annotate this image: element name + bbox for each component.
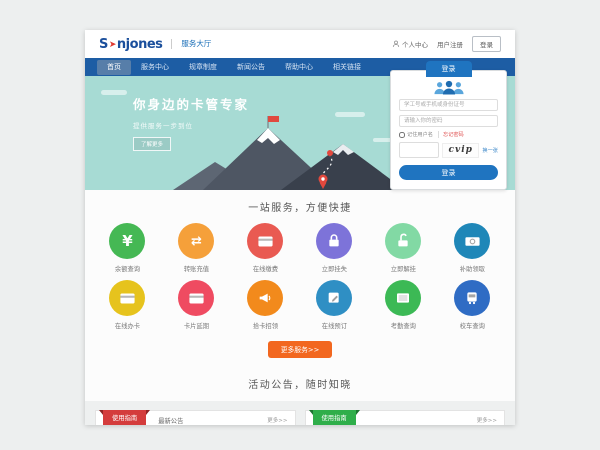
service-item-balance[interactable]: ¥ 余额查询 [93,223,162,273]
service-item-report-loss[interactable]: 立即挂失 [300,223,369,273]
announcements-header: 活动公告，随时知晓 [85,367,515,401]
panel-head: 使用指南 更多>> [306,411,505,426]
nav-item-help[interactable]: 帮助中心 [275,60,323,75]
more-link[interactable]: 更多>> [477,416,497,424]
arrows-glyph: ⇄ [191,235,202,248]
megaphone-icon [247,280,283,316]
personal-center-link[interactable]: 个人中心 [392,39,428,49]
list-icon [385,280,421,316]
nav-item-news[interactable]: 新闻公告 [227,60,275,75]
logo-arrow-icon: ➤ [109,40,116,50]
card-icon [109,280,145,316]
hero-cta-button[interactable]: 了解更多 [133,137,171,151]
username-input[interactable] [399,99,498,111]
remember-checkbox[interactable] [399,132,405,138]
service-item-school-bus[interactable]: 校车查询 [438,280,507,330]
guide-panel-right: 使用指南 更多>> [305,410,506,426]
service-label: 在线缴费 [231,264,300,273]
panel-head: 使用指南 最新公告 更多>> [96,411,295,426]
service-label: 拾卡招领 [231,321,300,330]
credit-card-icon [247,223,283,259]
login-tab[interactable]: 登录 [426,61,472,77]
services-title: 一站服务，方便快捷 [85,199,515,214]
service-label: 在线办卡 [93,321,162,330]
register-link[interactable]: 用户注册 [437,39,463,49]
site-header: S➤njones 服务大厅 个人中心 用户注册 登录 [85,30,515,58]
register-label: 用户注册 [437,39,463,49]
logo-text-right: njones [117,37,162,52]
personal-center-label: 个人中心 [402,39,428,49]
service-item-found-card[interactable]: 拾卡招领 [231,280,300,330]
lock-icon [316,223,352,259]
header-links: 个人中心 用户注册 登录 [392,36,501,52]
tab-usage-guide-red[interactable]: 使用指南 [103,410,146,426]
service-label: 余额查询 [93,264,162,273]
nav-item-home[interactable]: 首页 [97,60,131,75]
services-grid: ¥ 余额查询 ⇄ 转账充值 在线缴费 立即挂失 [85,223,515,337]
service-item-apply-card[interactable]: 在线办卡 [93,280,162,330]
cloud-shape [101,90,127,95]
service-label: 转账充值 [162,264,231,273]
forgot-password-link[interactable]: 忘记密码 [438,131,464,138]
services-section: 一站服务，方便快捷 ¥ 余额查询 ⇄ 转账充值 在线缴费 [85,190,515,367]
captcha-refresh-link[interactable]: 换一张 [482,147,498,154]
service-label: 卡片延期 [162,321,231,330]
captcha-image[interactable]: cvip [442,143,479,158]
edit-pencil-icon [316,280,352,316]
login-submit-button[interactable]: 登录 [399,165,498,180]
portal-name: 服务大厅 [171,39,211,49]
more-link[interactable]: 更多>> [267,416,287,424]
yen-glyph: ¥ [122,234,132,249]
service-item-payment[interactable]: 在线缴费 [231,223,300,273]
logo-text-left: S [99,37,108,52]
synjones-logo[interactable]: S➤njones [99,37,162,52]
announcements-title: 活动公告，随时知晓 [248,380,352,391]
service-item-subsidy[interactable]: 补助领取 [438,223,507,273]
nav-item-rules[interactable]: 规章制度 [179,60,227,75]
yen-icon: ¥ [109,223,145,259]
banknote-icon [454,223,490,259]
announcements-band: 使用指南 最新公告 更多>> 使用指南 更多>> [85,401,515,426]
service-label: 考勤查询 [369,321,438,330]
header-login-button[interactable]: 登录 [472,36,501,52]
login-panel: 登录 记住用户名 忘记密码 cvip 换一张 [390,70,507,190]
service-item-attendance[interactable]: 考勤查询 [369,280,438,330]
remember-label: 记住用户名 [407,131,433,138]
card-icon [178,280,214,316]
tab-latest-announcements[interactable]: 最新公告 [158,416,183,425]
nav-item-links[interactable]: 相关链接 [323,60,371,75]
service-item-transfer[interactable]: ⇄ 转账充值 [162,223,231,273]
service-label: 在线预订 [300,321,369,330]
service-label: 校车查询 [438,321,507,330]
nav-item-service-center[interactable]: 服务中心 [131,60,179,75]
captcha-input[interactable] [399,142,439,158]
remember-row: 记住用户名 忘记密码 [399,131,498,138]
service-item-card-extension[interactable]: 卡片延期 [162,280,231,330]
bus-icon [454,280,490,316]
tab-usage-guide-green[interactable]: 使用指南 [313,410,356,426]
browser-page: S➤njones 服务大厅 个人中心 用户注册 登录 首页 服务中心 规章制度 … [85,30,515,425]
screenshot-stage: S➤njones 服务大厅 个人中心 用户注册 登录 首页 服务中心 规章制度 … [0,0,600,450]
unlock-icon [385,223,421,259]
service-item-unlock[interactable]: 立即解挂 [369,223,438,273]
service-item-online-booking[interactable]: 在线预订 [300,280,369,330]
service-label: 补助领取 [438,264,507,273]
transfer-arrows-icon: ⇄ [178,223,214,259]
person-icon [392,40,400,48]
service-label: 立即挂失 [300,264,369,273]
captcha-row: cvip 换一张 [399,142,498,158]
guide-panel-left: 使用指南 最新公告 更多>> [95,410,296,426]
service-label: 立即解挂 [369,264,438,273]
password-input[interactable] [399,115,498,127]
users-group-icon [432,80,466,95]
more-services-button[interactable]: 更多服务>> [268,341,333,358]
mountains-illustration [173,110,413,190]
